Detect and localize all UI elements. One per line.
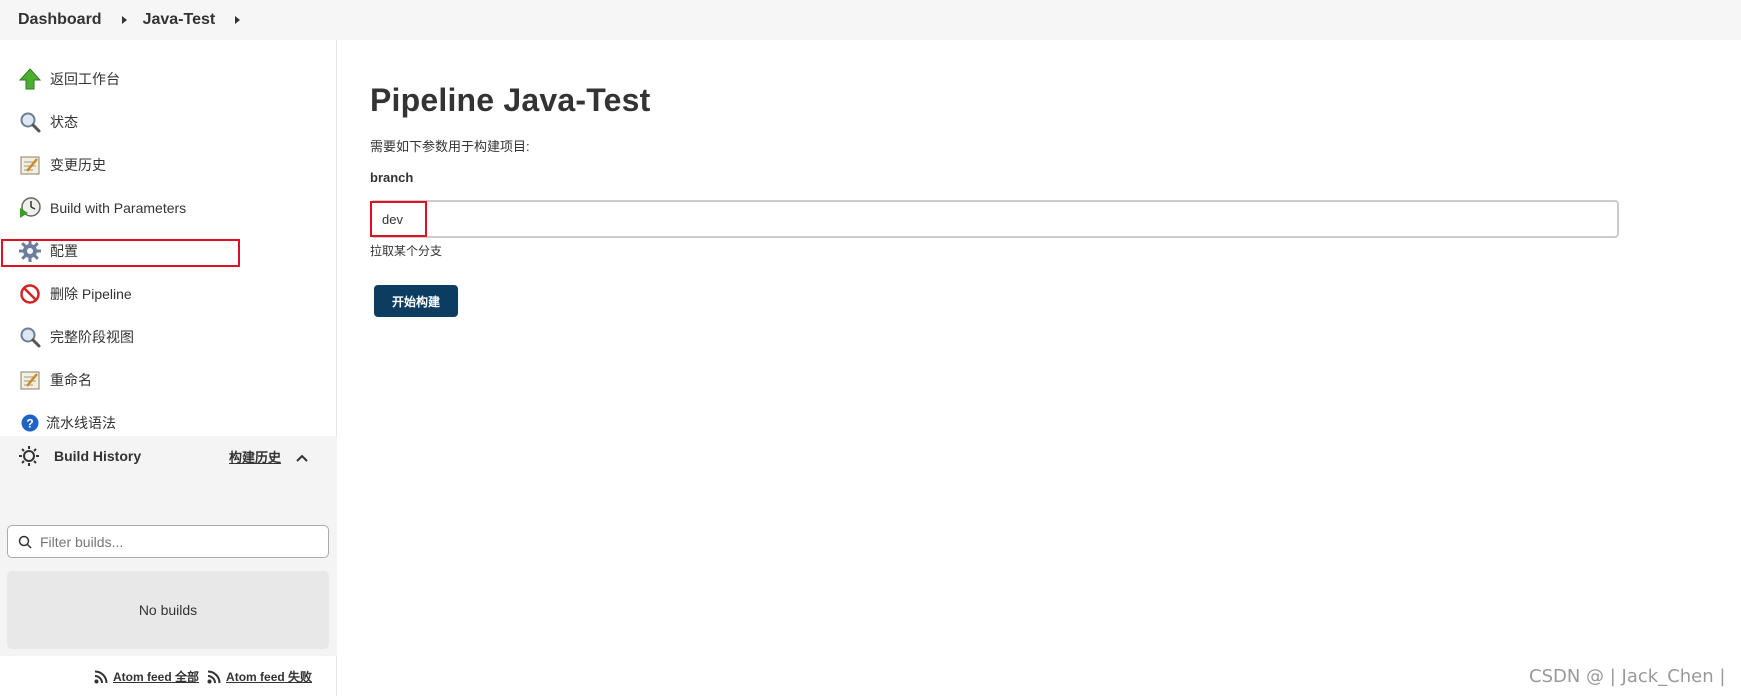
sidebar-item-label: 删除 Pipeline	[50, 286, 132, 302]
chevron-up-icon[interactable]	[296, 451, 308, 462]
sidebar-item-changes[interactable]: 变更历史	[0, 150, 337, 180]
sidebar-item-label: Build with Parameters	[50, 200, 187, 216]
sidebar-item-configure[interactable]: 配置	[0, 236, 337, 266]
main-content: Pipeline Java-Test 需要如下参数用于构建项目: branch …	[338, 40, 1741, 696]
page-description: 需要如下参数用于构建项目:	[370, 139, 530, 154]
gear-icon	[18, 239, 42, 263]
atom-feed-failed-label: Atom feed	[226, 670, 285, 684]
search-icon	[18, 535, 32, 549]
rss-icon	[94, 670, 108, 684]
atom-feed-all-suffix: 全部	[175, 670, 200, 684]
no-builds-box: No builds	[7, 571, 329, 649]
sidebar-item-rename[interactable]: 重命名	[0, 365, 337, 395]
sidebar-item-build-with-parameters[interactable]: Build with Parameters	[0, 193, 337, 223]
atom-feed-failed-link[interactable]: Atom feed 失败	[226, 668, 312, 685]
svg-text:?: ?	[26, 417, 33, 431]
branch-input[interactable]	[370, 200, 1619, 238]
atom-feed-all-link[interactable]: Atom feed 全部	[113, 668, 199, 685]
search-icon	[18, 110, 42, 134]
build-history-header: Build History 构建历史	[0, 436, 337, 476]
help-icon: ?	[18, 411, 42, 435]
sidebar-item-label: 重命名	[50, 372, 92, 388]
sidebar-item-label: 变更历史	[50, 157, 106, 173]
breadcrumb: Dashboard Java-Test	[0, 0, 1741, 40]
search-icon	[18, 325, 42, 349]
no-builds-text: No builds	[138, 602, 198, 618]
filter-builds-field[interactable]	[7, 525, 329, 558]
filter-builds-input[interactable]	[40, 533, 310, 550]
breadcrumb-chevron-icon[interactable]	[121, 16, 127, 24]
sidebar-item-label: 完整阶段视图	[50, 329, 134, 345]
build-history-title: Build History	[54, 448, 142, 464]
sidebar-item-label: 状态	[50, 114, 78, 130]
build-history-link[interactable]: 构建历史	[229, 447, 281, 466]
no-entry-icon	[18, 282, 42, 306]
breadcrumb-chevron-icon[interactable]	[235, 16, 241, 24]
rss-icon	[207, 670, 221, 684]
watermark: CSDN @ | Jack_Chen |	[1529, 666, 1726, 687]
sidebar-item-delete-pipeline[interactable]: 删除 Pipeline	[0, 279, 337, 309]
breadcrumb-dashboard[interactable]: Dashboard	[18, 11, 102, 29]
sidebar-item-back-to-dashboard[interactable]: 返回工作台	[0, 64, 337, 94]
breadcrumb-java-test[interactable]: Java-Test	[143, 11, 216, 29]
start-build-button[interactable]: 开始构建	[374, 285, 458, 317]
notepad-icon	[18, 368, 42, 392]
sun-icon	[18, 445, 40, 467]
page-title: Pipeline Java-Test	[370, 82, 651, 118]
atom-feed-failed-suffix: 失败	[288, 670, 313, 684]
up-arrow-icon	[18, 67, 42, 91]
sidebar-item-pipeline-syntax[interactable]: ? 流水线语法	[0, 408, 337, 438]
sidebar-item-label: 流水线语法	[46, 415, 116, 431]
atom-feed-all-label: Atom feed	[113, 670, 172, 684]
sidebar-item-label: 配置	[50, 243, 78, 259]
clock-play-icon	[18, 196, 42, 220]
notepad-icon	[18, 153, 42, 177]
sidebar-item-full-stage-view[interactable]: 完整阶段视图	[0, 322, 337, 352]
param-help-text: 拉取某个分支	[370, 244, 443, 258]
sidebar-item-status[interactable]: 状态	[0, 107, 337, 137]
param-name-label: branch	[370, 170, 414, 185]
sidebar-item-label: 返回工作台	[50, 71, 120, 87]
atom-feed-links: Atom feed 全部 Atom feed 失败	[90, 668, 312, 685]
